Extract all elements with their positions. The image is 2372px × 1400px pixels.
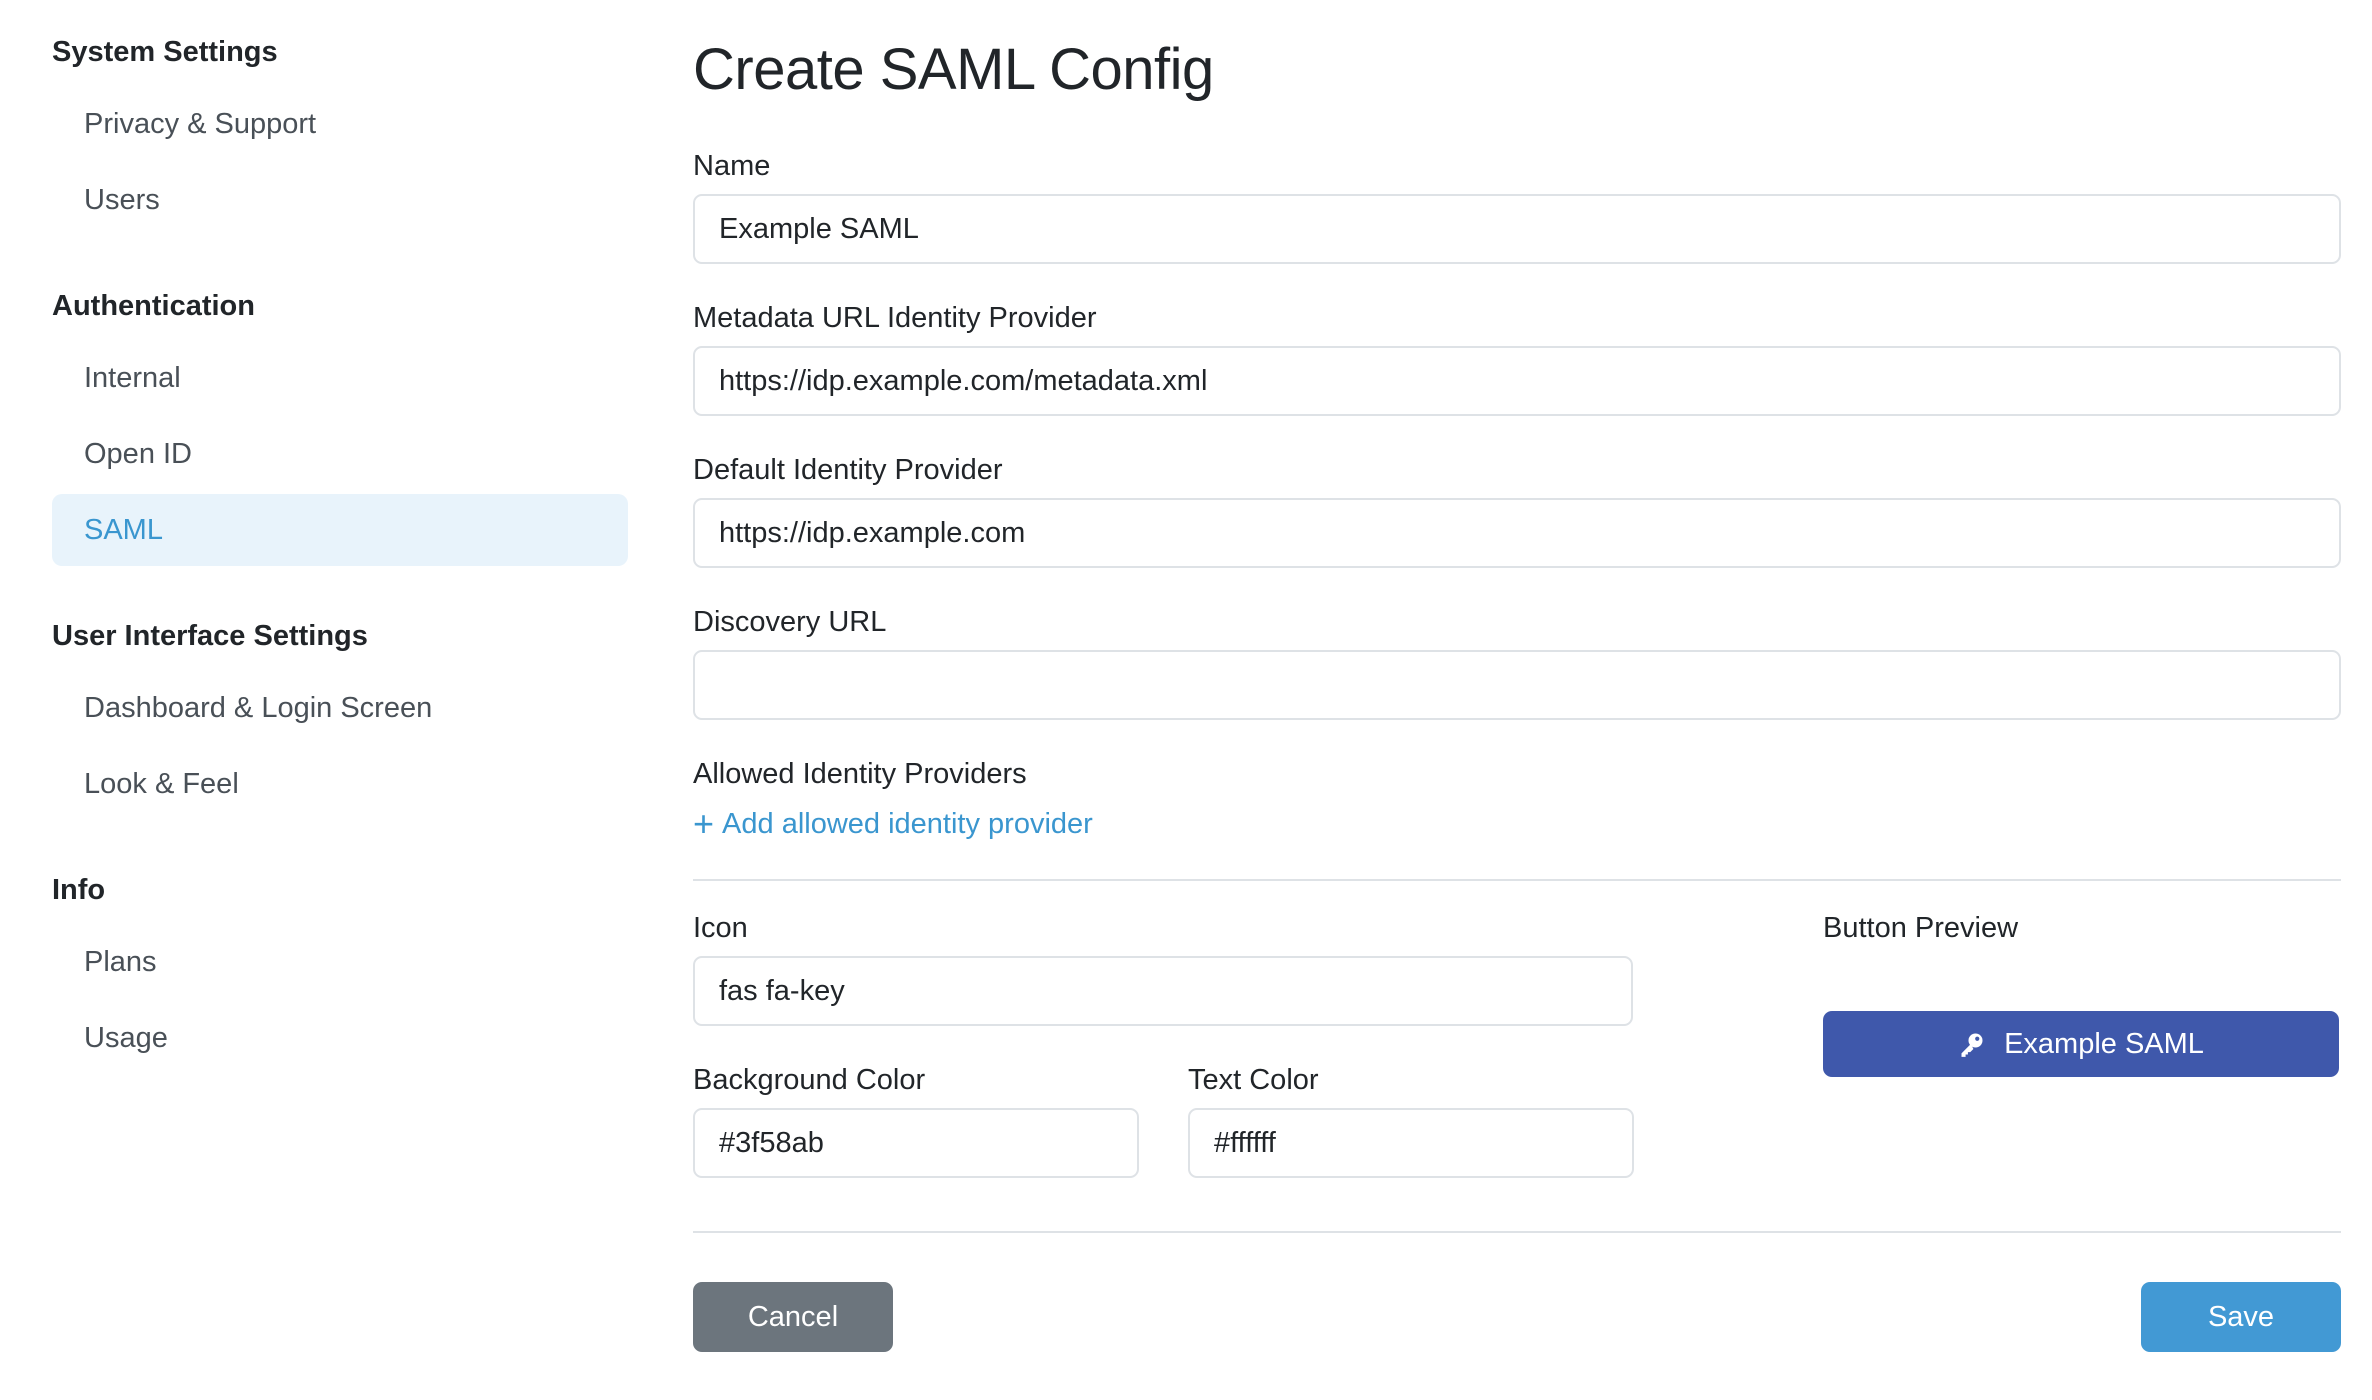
page-title: Create SAML Config bbox=[693, 37, 1214, 102]
button-preview-group: Button Preview bbox=[1823, 908, 2341, 948]
sidebar-item-saml[interactable]: SAML bbox=[52, 494, 628, 566]
sidebar-item-users[interactable]: Users bbox=[52, 164, 628, 236]
default-idp-input[interactable] bbox=[693, 498, 2341, 568]
text-color-label: Text Color bbox=[1188, 1064, 1319, 1096]
saml-config-form: Create SAML Config Name Metadata URL Ide… bbox=[693, 30, 2341, 1352]
sidebar-item-internal[interactable]: Internal bbox=[52, 342, 628, 414]
save-button[interactable]: Save bbox=[2141, 1282, 2341, 1352]
add-allowed-idp-link[interactable]: + Add allowed identity provider bbox=[693, 806, 1093, 842]
cancel-button[interactable]: Cancel bbox=[693, 1282, 893, 1352]
background-color-field-group: Background Color bbox=[693, 1060, 1139, 1178]
section-divider bbox=[693, 879, 2341, 881]
icon-label: Icon bbox=[693, 912, 748, 944]
nav-heading: Authentication bbox=[52, 290, 255, 322]
footer-divider bbox=[693, 1231, 2341, 1233]
text-color-field-group: Text Color bbox=[1188, 1060, 1634, 1178]
background-color-label: Background Color bbox=[693, 1064, 926, 1096]
name-input[interactable] bbox=[693, 194, 2341, 264]
default-idp-label: Default Identity Provider bbox=[693, 454, 1003, 486]
metadata-url-label: Metadata URL Identity Provider bbox=[693, 302, 1097, 334]
nav-heading: Info bbox=[52, 874, 106, 906]
settings-sidebar: System Settings Privacy & Support Users … bbox=[52, 30, 628, 1122]
button-preview-label: Button Preview bbox=[1823, 912, 2019, 944]
metadata-url-input[interactable] bbox=[693, 346, 2341, 416]
sidebar-item-look-feel[interactable]: Look & Feel bbox=[52, 748, 628, 820]
discovery-url-field-group: Discovery URL bbox=[693, 602, 2341, 720]
key-icon bbox=[1958, 1030, 1986, 1058]
default-idp-field-group: Default Identity Provider bbox=[693, 450, 2341, 568]
text-color-input[interactable] bbox=[1188, 1108, 1634, 1178]
allowed-idps-field-group: Allowed Identity Providers bbox=[693, 754, 2341, 794]
nav-heading: System Settings bbox=[52, 36, 278, 68]
sidebar-item-privacy-support[interactable]: Privacy & Support bbox=[52, 88, 628, 160]
page: System Settings Privacy & Support Users … bbox=[0, 0, 2372, 1400]
sidebar-item-open-id[interactable]: Open ID bbox=[52, 418, 628, 490]
button-preview[interactable]: Example SAML bbox=[1823, 1011, 2339, 1077]
sidebar-item-dashboard-login-screen[interactable]: Dashboard & Login Screen bbox=[52, 672, 628, 744]
name-field-group: Name bbox=[693, 146, 2341, 264]
nav-section-user-interface-settings: User Interface Settings Dashboard & Logi… bbox=[52, 614, 628, 820]
name-label: Name bbox=[693, 150, 771, 182]
discovery-url-input[interactable] bbox=[693, 650, 2341, 720]
icon-input[interactable] bbox=[693, 956, 1633, 1026]
plus-icon: + bbox=[693, 803, 715, 844]
nav-section-info: Info Plans Usage bbox=[52, 868, 628, 1074]
button-preview-text: Example SAML bbox=[2004, 1027, 2204, 1060]
discovery-url-label: Discovery URL bbox=[693, 606, 887, 638]
nav-section-system-settings: System Settings Privacy & Support Users bbox=[52, 30, 628, 236]
allowed-idps-label: Allowed Identity Providers bbox=[693, 758, 1027, 790]
icon-field-group: Icon bbox=[693, 908, 1633, 1026]
background-color-input[interactable] bbox=[693, 1108, 1139, 1178]
nav-section-authentication: Authentication Internal Open ID SAML bbox=[52, 284, 628, 566]
sidebar-item-plans[interactable]: Plans bbox=[52, 926, 628, 998]
sidebar-item-usage[interactable]: Usage bbox=[52, 1002, 628, 1074]
nav-heading: User Interface Settings bbox=[52, 620, 368, 652]
metadata-url-field-group: Metadata URL Identity Provider bbox=[693, 298, 2341, 416]
add-allowed-idp-label: Add allowed identity provider bbox=[722, 807, 1093, 840]
